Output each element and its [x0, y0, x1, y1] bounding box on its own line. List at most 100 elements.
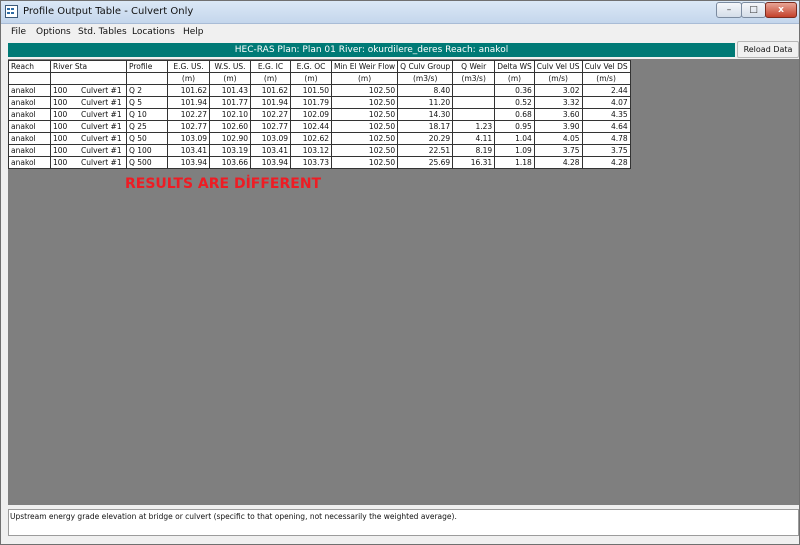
profile-cell[interactable]: Q 25 [126, 120, 168, 133]
reach-cell[interactable]: anakol [8, 144, 51, 157]
value-cell[interactable]: 1.18 [494, 156, 535, 169]
col-header[interactable]: Culv Vel DS [581, 60, 631, 73]
col-header[interactable]: Delta WS [494, 60, 535, 73]
river-sta-cell[interactable]: 100 Culvert #1 [50, 132, 127, 145]
col-header[interactable]: E.G. IC [250, 60, 291, 73]
value-cell[interactable]: 103.94 [167, 156, 210, 169]
col-header[interactable]: Culv Vel US [533, 60, 583, 73]
value-cell[interactable]: 101.77 [209, 96, 251, 109]
col-header[interactable]: Min El Weir Flow [330, 60, 399, 73]
value-cell[interactable]: 102.77 [167, 120, 210, 133]
reach-cell[interactable]: anakol [8, 132, 51, 145]
value-cell[interactable]: 1.09 [494, 144, 535, 157]
col-header[interactable]: Reach [8, 60, 51, 73]
value-cell[interactable]: 1.23 [452, 120, 496, 133]
reach-cell[interactable]: anakol [8, 120, 51, 133]
menu-help[interactable]: Help [183, 27, 204, 37]
value-cell[interactable]: 4.28 [533, 156, 583, 169]
value-cell[interactable]: 102.50 [330, 120, 399, 133]
profile-cell[interactable]: Q 5 [126, 96, 168, 109]
reach-cell[interactable]: anakol [8, 108, 51, 121]
col-header[interactable]: E.G. OC [290, 60, 332, 73]
value-cell[interactable] [452, 96, 496, 109]
menu-std-tables[interactable]: Std. Tables [78, 27, 127, 37]
value-cell[interactable] [452, 108, 496, 121]
value-cell[interactable]: 103.19 [209, 144, 251, 157]
value-cell[interactable]: 16.31 [452, 156, 496, 169]
value-cell[interactable]: 102.09 [290, 108, 332, 121]
col-header[interactable]: Profile [126, 60, 168, 73]
value-cell[interactable]: 103.41 [167, 144, 210, 157]
profile-cell[interactable]: Q 100 [126, 144, 168, 157]
value-cell[interactable]: 0.36 [494, 84, 535, 97]
value-cell[interactable]: 101.43 [209, 84, 251, 97]
value-cell[interactable]: 4.11 [452, 132, 496, 145]
value-cell[interactable]: 103.09 [167, 132, 210, 145]
value-cell[interactable]: 25.69 [397, 156, 454, 169]
minimize-button[interactable]: – [716, 2, 742, 18]
value-cell[interactable]: 8.19 [452, 144, 496, 157]
value-cell[interactable]: 102.27 [250, 108, 291, 121]
value-cell[interactable]: 4.78 [581, 132, 631, 145]
value-cell[interactable]: 11.20 [397, 96, 454, 109]
value-cell[interactable]: 101.50 [290, 84, 332, 97]
value-cell[interactable]: 102.10 [209, 108, 251, 121]
value-cell[interactable]: 102.50 [330, 96, 399, 109]
value-cell[interactable]: 103.66 [209, 156, 251, 169]
value-cell[interactable]: 18.17 [397, 120, 454, 133]
value-cell[interactable]: 3.90 [533, 120, 583, 133]
river-sta-cell[interactable]: 100 Culvert #1 [50, 156, 127, 169]
value-cell[interactable]: 102.77 [250, 120, 291, 133]
value-cell[interactable]: 103.09 [250, 132, 291, 145]
col-header[interactable]: Q Culv Group [397, 60, 454, 73]
value-cell[interactable]: 102.50 [330, 132, 399, 145]
value-cell[interactable]: 3.75 [533, 144, 583, 157]
value-cell[interactable]: 20.29 [397, 132, 454, 145]
value-cell[interactable]: 0.52 [494, 96, 535, 109]
value-cell[interactable]: 102.50 [330, 144, 399, 157]
river-sta-cell[interactable]: 100 Culvert #1 [50, 96, 127, 109]
value-cell[interactable]: 102.90 [209, 132, 251, 145]
menu-file[interactable]: File [11, 27, 26, 37]
value-cell[interactable]: 4.07 [581, 96, 631, 109]
value-cell[interactable]: 102.44 [290, 120, 332, 133]
menu-options[interactable]: Options [36, 27, 71, 37]
reach-cell[interactable]: anakol [8, 96, 51, 109]
profile-cell[interactable]: Q 500 [126, 156, 168, 169]
river-sta-cell[interactable]: 100 Culvert #1 [50, 108, 127, 121]
profile-cell[interactable]: Q 2 [126, 84, 168, 97]
value-cell[interactable]: 102.50 [330, 84, 399, 97]
river-sta-cell[interactable]: 100 Culvert #1 [50, 84, 127, 97]
value-cell[interactable]: 103.94 [250, 156, 291, 169]
value-cell[interactable]: 3.32 [533, 96, 583, 109]
value-cell[interactable]: 102.27 [167, 108, 210, 121]
close-button[interactable]: x [765, 2, 797, 18]
value-cell[interactable]: 103.73 [290, 156, 332, 169]
col-header[interactable]: Q Weir [452, 60, 496, 73]
value-cell[interactable]: 2.44 [581, 84, 631, 97]
value-cell[interactable]: 3.02 [533, 84, 583, 97]
value-cell[interactable]: 3.75 [581, 144, 631, 157]
value-cell[interactable]: 102.50 [330, 108, 399, 121]
col-header[interactable]: W.S. US. [209, 60, 251, 73]
value-cell[interactable]: 4.28 [581, 156, 631, 169]
value-cell[interactable]: 101.94 [250, 96, 291, 109]
value-cell[interactable]: 101.79 [290, 96, 332, 109]
menu-locations[interactable]: Locations [132, 27, 175, 37]
col-header[interactable]: E.G. US. [167, 60, 210, 73]
value-cell[interactable]: 0.68 [494, 108, 535, 121]
reach-cell[interactable]: anakol [8, 156, 51, 169]
value-cell[interactable]: 101.62 [250, 84, 291, 97]
value-cell[interactable]: 1.04 [494, 132, 535, 145]
maximize-button[interactable]: □ [741, 2, 766, 18]
profile-cell[interactable]: Q 10 [126, 108, 168, 121]
value-cell[interactable]: 103.12 [290, 144, 332, 157]
river-sta-cell[interactable]: 100 Culvert #1 [50, 144, 127, 157]
col-header[interactable]: River Sta [50, 60, 127, 73]
value-cell[interactable]: 101.94 [167, 96, 210, 109]
value-cell[interactable]: 0.95 [494, 120, 535, 133]
value-cell[interactable]: 14.30 [397, 108, 454, 121]
value-cell[interactable]: 4.64 [581, 120, 631, 133]
value-cell[interactable]: 4.35 [581, 108, 631, 121]
value-cell[interactable]: 4.05 [533, 132, 583, 145]
